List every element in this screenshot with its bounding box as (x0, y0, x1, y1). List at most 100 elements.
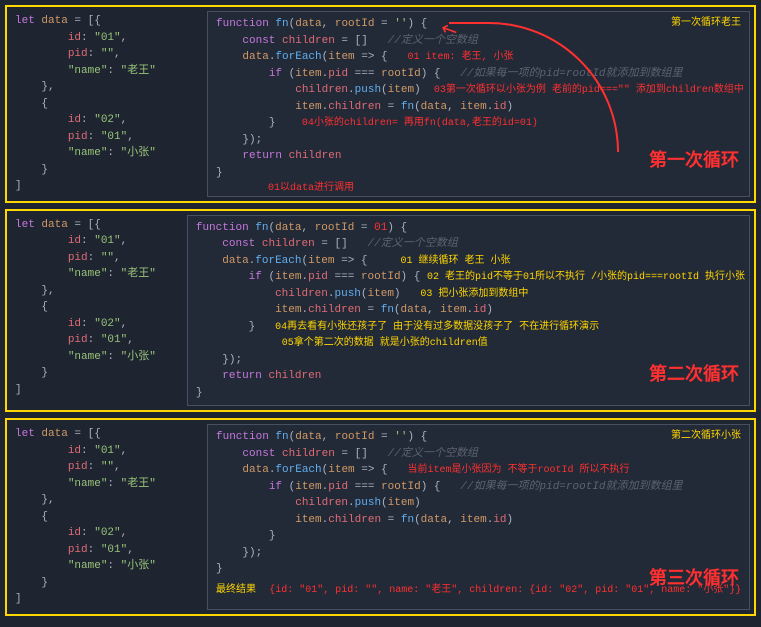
var: item (368, 288, 394, 300)
heading-loop2: 第二次循环 (649, 363, 739, 390)
note: 当前item是小张因为 不等于rootId 所以不执行 (407, 465, 629, 476)
op: === (348, 68, 381, 80)
final-label: 最终结果 (216, 585, 256, 596)
var: children (282, 448, 335, 460)
prop: pid (328, 68, 348, 80)
method: forEach (275, 464, 321, 476)
colon: : (107, 560, 120, 572)
prop: id (493, 101, 506, 113)
kw-let: let (15, 428, 41, 440)
eq: = (374, 431, 394, 443)
arrow: => { (355, 51, 388, 63)
prop-pid: pid (68, 252, 88, 264)
panel-2-right: function fn(data, rootId = 01) { const c… (187, 215, 750, 407)
var: rootId (381, 68, 421, 80)
var: item (460, 514, 486, 526)
bracket: ] (15, 384, 22, 396)
comma: , (302, 222, 315, 234)
str: '' (394, 431, 407, 443)
colon: : (107, 351, 120, 363)
bracket: ] (15, 593, 22, 605)
var: item (275, 304, 301, 316)
str: "02" (94, 114, 120, 126)
brace: } (41, 367, 48, 379)
colon: : (81, 527, 94, 539)
kw-const: const (242, 35, 282, 47)
colon: : (88, 252, 101, 264)
str: "01" (94, 445, 120, 457)
panel-1-left: let data = [{ id: "01", pid: "", "name":… (7, 7, 207, 201)
colon: : (81, 114, 94, 126)
dot: . (348, 497, 355, 509)
comma: , (447, 101, 460, 113)
brace: { (41, 511, 48, 523)
comment: //定义一个空数组 (348, 238, 458, 250)
fn: fn (401, 514, 414, 526)
brace: }, (41, 494, 54, 506)
kw-let: let (15, 15, 41, 27)
comma: , (121, 235, 128, 247)
method: push (355, 84, 381, 96)
prop-pid: pid (68, 334, 88, 346)
comment: //如果每一项的pid=rootId就添加到数组里 (441, 68, 683, 80)
var: data (222, 255, 248, 267)
brace: { (41, 301, 48, 313)
colon: : (88, 461, 101, 473)
prop-pid: pid (68, 544, 88, 556)
colon: : (81, 445, 94, 457)
comma: , (121, 32, 128, 44)
fn: fn (381, 304, 394, 316)
str: "01" (101, 544, 127, 556)
var: children (268, 370, 321, 382)
kw-return: return (222, 370, 268, 382)
text: = [{ (68, 219, 101, 231)
panel-2: let data = [{ id: "01", pid: "", "name":… (5, 209, 756, 413)
str: "小张" (121, 560, 156, 572)
brace: ) { (421, 481, 441, 493)
param: item (328, 51, 354, 63)
brace: }, (41, 81, 54, 93)
paren: ( (381, 497, 388, 509)
paren: ) (507, 101, 514, 113)
value-01: 01 (374, 222, 387, 234)
var: rootId (361, 271, 401, 283)
var: item (295, 514, 321, 526)
paren: ) (414, 497, 421, 509)
dot: . (328, 288, 335, 300)
colon: : (107, 65, 120, 77)
text: = [{ (68, 15, 101, 27)
str: "01" (101, 334, 127, 346)
prop-id: id (68, 318, 81, 330)
method: forEach (255, 255, 301, 267)
method: push (335, 288, 361, 300)
brace: ) { (421, 68, 441, 80)
param: rootId (335, 18, 375, 30)
brace: }); (242, 134, 262, 146)
str: "01" (94, 32, 120, 44)
str: "01" (94, 235, 120, 247)
comma: , (322, 18, 335, 30)
var: item (388, 497, 414, 509)
arrow: => { (335, 255, 368, 267)
comma: , (121, 114, 128, 126)
note: 04再去看有小张还孩子了 由于没有过多数据没孩子了 不在进行循环演示 (275, 322, 599, 333)
comma: , (114, 461, 121, 473)
var: children (295, 497, 348, 509)
arrow: => { (355, 464, 388, 476)
note: 04小张的children= 再用fn(data,老王的id=01) (302, 118, 538, 129)
brace: }, (41, 285, 54, 297)
eq: = (374, 18, 394, 30)
str: "小张" (121, 147, 156, 159)
colon: : (88, 544, 101, 556)
brace: } (269, 530, 276, 542)
param: data (275, 222, 301, 234)
prop-name: "name" (68, 351, 108, 363)
note: 05拿个第二次的数据 就是小张的children值 (282, 338, 488, 349)
str: '' (394, 18, 407, 30)
brace: ) { (407, 18, 427, 30)
note: 第二次循环小张 (671, 429, 741, 444)
var: rootId (381, 481, 421, 493)
kw-if: if (249, 271, 269, 283)
kw-const: const (222, 238, 262, 250)
panel-1-right: ↖ function fn(data, rootId = '') {第一次循环老… (207, 11, 750, 197)
